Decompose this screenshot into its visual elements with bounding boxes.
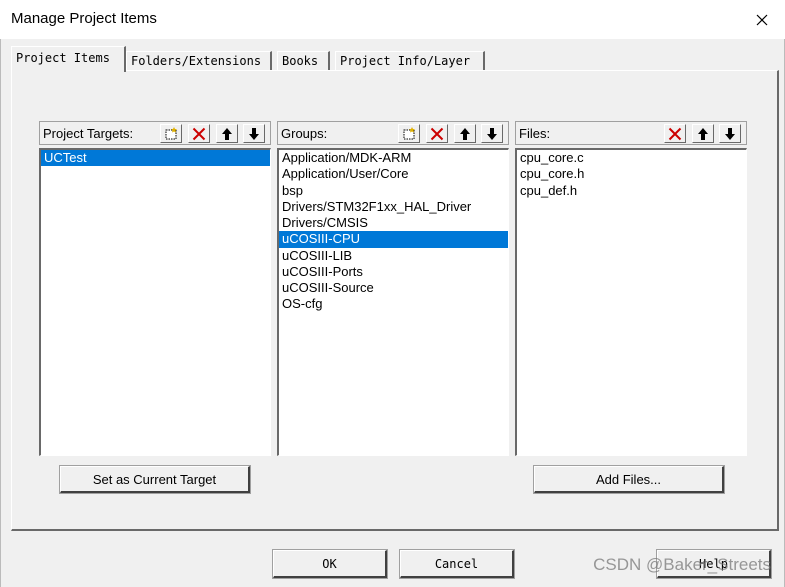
tab-panel-project-items: Project Targets: UCTest Groups: Applicat… bbox=[11, 70, 779, 531]
dialog-client-area: Project Items Folders/Extensions Books P… bbox=[0, 39, 785, 587]
arrow-down-icon bbox=[249, 127, 259, 140]
list-item[interactable]: cpu_def.h bbox=[517, 183, 746, 199]
move-file-up-button[interactable] bbox=[692, 124, 714, 143]
list-item[interactable]: uCOSIII-Source bbox=[279, 280, 508, 296]
list-item[interactable]: cpu_core.h bbox=[517, 166, 746, 182]
delete-file-button[interactable] bbox=[664, 124, 686, 143]
tab-books[interactable]: Books bbox=[277, 51, 330, 71]
list-item[interactable]: Drivers/CMSIS bbox=[279, 215, 508, 231]
arrow-down-icon bbox=[487, 127, 497, 140]
tab-project-items[interactable]: Project Items bbox=[11, 46, 126, 72]
move-group-down-button[interactable] bbox=[481, 124, 503, 143]
list-item[interactable]: Application/User/Core bbox=[279, 166, 508, 182]
list-item[interactable]: uCOSIII-CPU bbox=[279, 231, 508, 248]
list-item[interactable]: Application/MDK-ARM bbox=[279, 150, 508, 166]
arrow-up-icon bbox=[222, 127, 232, 140]
groups-label: Groups: bbox=[281, 126, 328, 141]
delete-target-button[interactable] bbox=[188, 124, 210, 143]
files-listbox[interactable]: cpu_core.c cpu_core.h cpu_def.h bbox=[515, 148, 747, 456]
list-item[interactable]: uCOSIII-LIB bbox=[279, 248, 508, 264]
list-item[interactable]: UCTest bbox=[41, 150, 270, 167]
targets-listbox[interactable]: UCTest bbox=[39, 148, 271, 456]
delete-group-button[interactable] bbox=[426, 124, 448, 143]
add-files-button[interactable]: Add Files... bbox=[533, 465, 725, 494]
list-item[interactable]: uCOSIII-Ports bbox=[279, 264, 508, 280]
new-item-icon bbox=[165, 126, 177, 139]
new-group-button[interactable] bbox=[398, 124, 420, 143]
list-item[interactable]: OS-cfg bbox=[279, 296, 508, 312]
arrow-up-icon bbox=[460, 127, 470, 140]
delete-icon bbox=[192, 127, 206, 140]
list-item[interactable]: Drivers/STM32F1xx_HAL_Driver bbox=[279, 199, 508, 215]
delete-icon bbox=[668, 127, 682, 140]
close-icon bbox=[756, 14, 768, 25]
move-file-down-button[interactable] bbox=[719, 124, 741, 143]
arrow-up-icon bbox=[698, 127, 708, 140]
targets-header: Project Targets: bbox=[39, 121, 271, 145]
cancel-button[interactable]: Cancel bbox=[399, 549, 515, 579]
ok-button[interactable]: OK bbox=[272, 549, 388, 579]
set-as-current-target-button[interactable]: Set as Current Target bbox=[59, 465, 251, 494]
files-label: Files: bbox=[519, 126, 551, 141]
list-item[interactable]: bsp bbox=[279, 183, 508, 199]
close-button[interactable] bbox=[739, 0, 785, 39]
new-item-icon bbox=[403, 126, 415, 139]
delete-icon bbox=[430, 127, 444, 140]
move-group-up-button[interactable] bbox=[454, 124, 476, 143]
tab-folders-extensions[interactable]: Folders/Extensions bbox=[126, 51, 272, 71]
groups-listbox[interactable]: Application/MDK-ARM Application/User/Cor… bbox=[277, 148, 509, 456]
window-title: Manage Project Items bbox=[11, 10, 157, 27]
move-target-up-button[interactable] bbox=[216, 124, 238, 143]
list-item[interactable]: cpu_core.c bbox=[517, 150, 746, 166]
move-target-down-button[interactable] bbox=[243, 124, 265, 143]
title-bar: Manage Project Items bbox=[0, 0, 785, 39]
arrow-down-icon bbox=[725, 127, 735, 140]
tab-project-info-layer[interactable]: Project Info/Layer bbox=[335, 51, 485, 71]
targets-label: Project Targets: bbox=[43, 126, 134, 141]
groups-header: Groups: bbox=[277, 121, 509, 145]
new-target-button[interactable] bbox=[160, 124, 182, 143]
files-header: Files: bbox=[515, 121, 747, 145]
watermark-text: CSDN @Baker_Streets bbox=[593, 555, 771, 574]
